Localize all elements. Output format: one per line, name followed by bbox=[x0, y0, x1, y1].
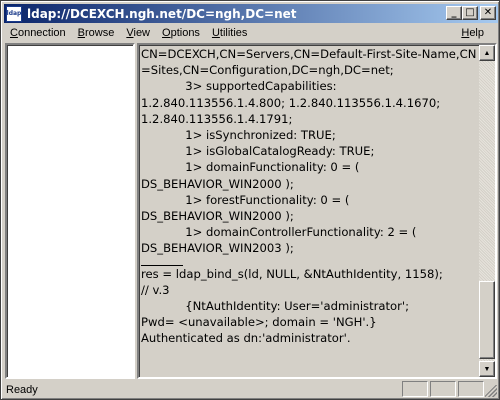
scroll-up-button[interactable]: ▲ bbox=[479, 45, 495, 61]
output-line: Authenticated as dn:'administrator'. bbox=[141, 331, 351, 346]
title-bar[interactable]: ldap ldap://DCEXCH.ngh.net/DC=ngh,DC=net… bbox=[4, 4, 498, 23]
output-pane[interactable]: CN=DCEXCH,CN=Servers,CN=Default-First-Si… bbox=[137, 43, 497, 379]
output-line: 1> forestFunctionality: 0 = ( bbox=[141, 192, 350, 207]
vertical-scrollbar[interactable]: ▲ ▼ bbox=[479, 45, 495, 377]
output-line: CN=DCEXCH,CN=Servers,CN=Default-First-Si… bbox=[141, 47, 477, 78]
status-text: Ready bbox=[6, 383, 38, 396]
menu-bar: Connection Browse View Options Utilities… bbox=[4, 24, 498, 42]
ldp-window: ldap ldap://DCEXCH.ngh.net/DC=ngh,DC=net… bbox=[0, 0, 500, 400]
maximize-button[interactable]: □ bbox=[462, 6, 478, 20]
status-panel bbox=[458, 381, 484, 397]
menu-browse[interactable]: Browse bbox=[72, 27, 121, 39]
output-block-top: CN=DCEXCH,CN=Servers,CN=Default-First-Si… bbox=[141, 46, 479, 257]
output-line: DS_BEHAVIOR_WIN2003 ); bbox=[141, 241, 294, 256]
output-line: Pwd= <unavailable>; domain = 'NGH'.} bbox=[141, 315, 377, 330]
scroll-thumb[interactable] bbox=[479, 281, 495, 359]
menu-connection[interactable]: Connection bbox=[4, 27, 72, 39]
tree-pane[interactable] bbox=[5, 43, 135, 379]
output-line: 1> isSynchronized: TRUE; bbox=[141, 128, 336, 143]
arrow-down-icon: ▼ bbox=[483, 365, 491, 373]
status-panel bbox=[402, 381, 428, 397]
status-bar: Ready bbox=[4, 381, 498, 398]
output-line: 3> supportedCapabilities: bbox=[141, 79, 337, 94]
output-block-bottom: res = ldap_bind_s(ld, NULL, &NtAuthIdent… bbox=[141, 266, 479, 347]
output-line: {NtAuthIdentity: User='administrator'; bbox=[141, 299, 410, 314]
menu-utilities[interactable]: Utilities bbox=[206, 27, 253, 39]
output-text: CN=DCEXCH,CN=Servers,CN=Default-First-Si… bbox=[141, 46, 479, 378]
minimize-button[interactable]: _ bbox=[446, 6, 462, 20]
output-line: DS_BEHAVIOR_WIN2000 ); bbox=[141, 176, 294, 191]
menu-help[interactable]: Help bbox=[455, 27, 490, 39]
arrow-up-icon: ▲ bbox=[483, 49, 491, 57]
menu-options[interactable]: Options bbox=[156, 27, 206, 39]
output-line: 1> isGlobalCatalogReady: TRUE; bbox=[141, 144, 375, 159]
title-buttons: _ □ ✕ bbox=[446, 6, 496, 20]
scroll-down-button[interactable]: ▼ bbox=[479, 361, 495, 377]
output-line: DS_BEHAVIOR_WIN2000 ); bbox=[141, 209, 294, 224]
output-line: 1.2.840.113556.1.4.1791; bbox=[141, 111, 293, 126]
status-panels bbox=[400, 381, 484, 397]
resize-grip-icon[interactable] bbox=[485, 385, 497, 397]
ldap-app-icon: ldap bbox=[6, 5, 22, 22]
status-panel bbox=[430, 381, 456, 397]
output-line: 1> domainFunctionality: 0 = ( bbox=[141, 160, 360, 175]
close-button[interactable]: ✕ bbox=[480, 6, 496, 20]
output-line: // v.3 bbox=[141, 282, 170, 297]
output-line: 1> domainControllerFunctionality: 2 = ( bbox=[141, 225, 417, 240]
output-line: 1.2.840.113556.1.4.800; 1.2.840.113556.1… bbox=[141, 95, 441, 110]
output-line: res = ldap_bind_s(ld, NULL, &NtAuthIdent… bbox=[141, 266, 443, 281]
window-title: ldap://DCEXCH.ngh.net/DC=ngh,DC=net bbox=[27, 6, 297, 21]
menu-view[interactable]: View bbox=[120, 27, 156, 39]
